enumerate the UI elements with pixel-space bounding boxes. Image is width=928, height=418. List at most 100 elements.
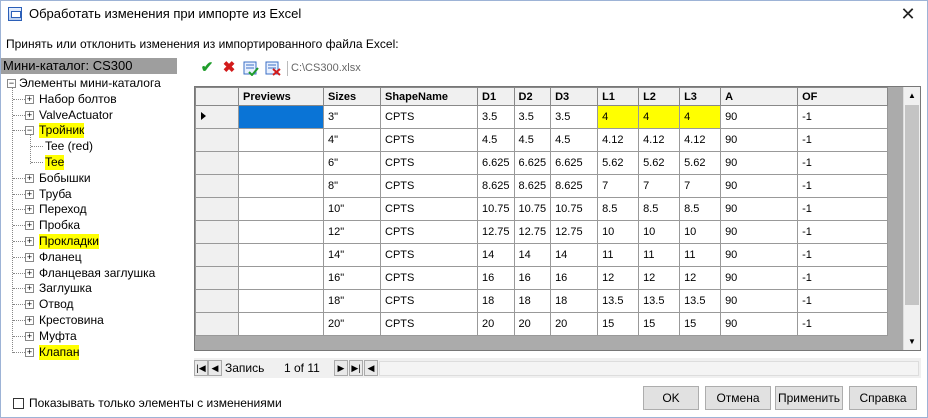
table-cell[interactable]: 18" xyxy=(323,289,381,313)
table-cell[interactable]: 10" xyxy=(323,197,381,221)
table-row[interactable]: 14" CPTS 14 14 14 11 11 11 90 -1 xyxy=(195,243,889,267)
expand-icon[interactable]: + xyxy=(25,173,34,183)
horizontal-scrollbar[interactable] xyxy=(379,361,919,376)
table-cell[interactable]: 14" xyxy=(323,243,381,267)
table-cell[interactable]: 4.12 xyxy=(597,128,640,152)
table-cell[interactable]: 16" xyxy=(323,266,381,290)
table-cell[interactable]: 18 xyxy=(477,289,515,313)
preview-cell[interactable] xyxy=(238,312,324,336)
table-cell[interactable]: 12 xyxy=(597,266,640,290)
scroll-down-icon[interactable]: ▼ xyxy=(904,333,920,350)
table-cell[interactable]: 8.625 xyxy=(550,174,599,198)
table-cell[interactable]: 7 xyxy=(679,174,722,198)
table-cell[interactable]: 12.75 xyxy=(550,220,599,244)
row-header[interactable] xyxy=(195,266,239,290)
table-cell[interactable]: 11 xyxy=(638,243,681,267)
table-cell[interactable]: 16 xyxy=(477,266,515,290)
column-header[interactable]: L3 xyxy=(679,87,722,106)
expand-icon[interactable]: + xyxy=(25,110,34,120)
scroll-thumb[interactable] xyxy=(905,105,919,305)
table-row[interactable]: 20" CPTS 20 20 20 15 15 15 90 -1 xyxy=(195,312,889,336)
table-cell[interactable]: CPTS xyxy=(380,197,478,221)
column-header[interactable]: A xyxy=(720,87,799,106)
expand-icon[interactable]: + xyxy=(25,221,34,231)
expand-icon[interactable]: + xyxy=(25,189,34,199)
table-cell[interactable]: 12 xyxy=(638,266,681,290)
table-cell[interactable]: CPTS xyxy=(380,312,478,336)
table-cell[interactable]: 8.625 xyxy=(477,174,515,198)
row-header-corner[interactable] xyxy=(195,87,239,106)
table-row[interactable]: 18" CPTS 18 18 18 13.5 13.5 13.5 90 -1 xyxy=(195,289,889,313)
table-cell[interactable]: CPTS xyxy=(380,174,478,198)
column-header[interactable]: Previews xyxy=(238,87,324,106)
table-cell[interactable]: 8.5 xyxy=(679,197,722,221)
data-grid[interactable]: Previews Sizes ShapeName D1 D2 D3 L1 L2 L3 A OF 3" C… xyxy=(194,86,921,351)
expand-icon[interactable]: + xyxy=(25,94,34,104)
table-row[interactable]: 6" CPTS 6.625 6.625 6.625 5.62 5.62 5.62 90 -1 xyxy=(195,151,889,175)
table-cell[interactable]: 20 xyxy=(477,312,515,336)
table-cell[interactable]: 12" xyxy=(323,220,381,244)
table-cell[interactable]: -1 xyxy=(797,174,889,198)
table-cell[interactable]: CPTS xyxy=(380,151,478,175)
table-cell[interactable]: 13.5 xyxy=(679,289,722,313)
table-row[interactable]: 3" CPTS 3.5 3.5 3.5 4 4 4 90 -1 xyxy=(195,105,889,129)
table-cell[interactable]: 8.625 xyxy=(513,174,552,198)
table-cell[interactable]: CPTS xyxy=(380,243,478,267)
table-cell[interactable]: 15 xyxy=(597,312,640,336)
table-cell[interactable]: 13.5 xyxy=(597,289,640,313)
table-cell[interactable]: 14 xyxy=(477,243,515,267)
table-cell[interactable]: 4.12 xyxy=(679,128,722,152)
preview-cell[interactable] xyxy=(238,197,324,221)
column-header[interactable]: OF xyxy=(797,87,889,106)
close-button[interactable]: ✕ xyxy=(897,4,919,24)
accept-all-icon[interactable] xyxy=(243,60,259,77)
table-cell[interactable]: 8.5 xyxy=(597,197,640,221)
expand-icon[interactable]: + xyxy=(25,284,34,294)
table-cell[interactable]: 3" xyxy=(323,105,381,129)
collapse-icon[interactable]: − xyxy=(25,126,34,136)
row-header[interactable] xyxy=(195,174,239,198)
reject-all-icon[interactable] xyxy=(265,60,281,76)
preview-cell[interactable] xyxy=(238,243,324,267)
row-header[interactable] xyxy=(195,151,239,175)
table-cell[interactable]: 8.5 xyxy=(638,197,681,221)
expand-icon[interactable]: + xyxy=(25,268,34,278)
column-header[interactable]: ShapeName xyxy=(380,87,478,106)
expand-icon[interactable]: + xyxy=(25,300,34,310)
table-cell[interactable]: 14 xyxy=(513,243,552,267)
table-cell[interactable]: 90 xyxy=(720,151,799,175)
table-cell[interactable]: 6.625 xyxy=(550,151,599,175)
table-cell[interactable]: 10 xyxy=(597,220,640,244)
table-cell[interactable]: 90 xyxy=(720,174,799,198)
table-cell[interactable]: -1 xyxy=(797,151,889,175)
table-cell[interactable]: 10 xyxy=(638,220,681,244)
table-cell[interactable]: 90 xyxy=(720,220,799,244)
table-cell[interactable]: 7 xyxy=(638,174,681,198)
table-cell[interactable]: 14 xyxy=(550,243,599,267)
table-cell[interactable]: 90 xyxy=(720,266,799,290)
table-cell[interactable]: 90 xyxy=(720,128,799,152)
table-cell[interactable]: 5.62 xyxy=(597,151,640,175)
table-cell[interactable]: 4" xyxy=(323,128,381,152)
table-cell[interactable]: 3.5 xyxy=(477,105,515,129)
table-cell[interactable]: 4.5 xyxy=(513,128,552,152)
table-row[interactable]: 4" CPTS 4.5 4.5 4.5 4.12 4.12 4.12 90 -1 xyxy=(195,128,889,152)
preview-cell[interactable] xyxy=(238,174,324,198)
table-cell[interactable]: 90 xyxy=(720,312,799,336)
next-record-icon[interactable]: ▶ xyxy=(334,360,348,376)
table-cell[interactable]: 10.75 xyxy=(550,197,599,221)
column-header[interactable]: D2 xyxy=(513,87,552,106)
table-cell[interactable]: -1 xyxy=(797,266,889,290)
table-cell[interactable]: 4 xyxy=(679,105,722,129)
table-cell[interactable]: 4 xyxy=(638,105,681,129)
table-cell[interactable]: -1 xyxy=(797,220,889,244)
row-header[interactable] xyxy=(195,289,239,313)
show-changed-only-checkbox[interactable] xyxy=(13,398,24,409)
table-cell[interactable]: 3.5 xyxy=(550,105,599,129)
preview-cell[interactable] xyxy=(238,105,324,129)
row-header[interactable] xyxy=(195,243,239,267)
table-cell[interactable]: 10.75 xyxy=(513,197,552,221)
table-cell[interactable]: 18 xyxy=(513,289,552,313)
table-cell[interactable]: -1 xyxy=(797,243,889,267)
table-cell[interactable]: 90 xyxy=(720,197,799,221)
